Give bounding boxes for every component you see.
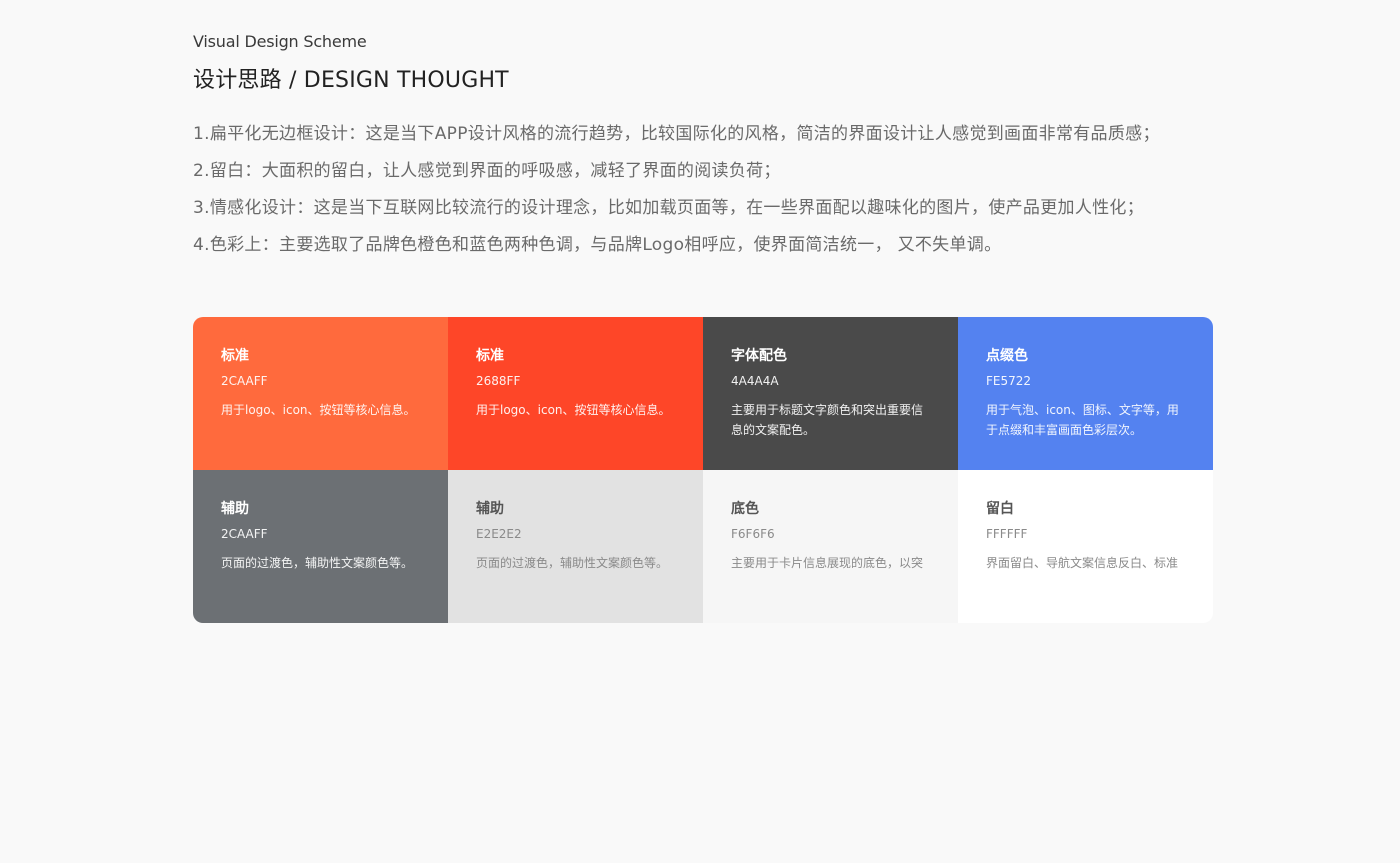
swatch-accent-color: 点缀色 FE5722 用于气泡、icon、图标、文字等，用于点缀和丰富画面色彩层… <box>958 317 1213 470</box>
design-scheme-page: Visual Design Scheme 设计思路 / DESIGN THOUG… <box>0 0 1400 863</box>
swatch-code: 4A4A4A <box>731 374 779 388</box>
swatch-code: 2688FF <box>476 374 521 388</box>
swatch-name: 字体配色 <box>731 348 787 364</box>
swatch-name: 点缀色 <box>986 348 1028 364</box>
section-eyebrow: Visual Design Scheme <box>193 32 367 51</box>
swatch-name: 留白 <box>986 501 1014 517</box>
swatch-description: 用于气泡、icon、图标、文字等，用于点缀和丰富画面色彩层次。 <box>986 403 1179 437</box>
swatch-text-color: 字体配色 4A4A4A 主要用于标题文字颜色和突出重要信息的文案配色。 <box>703 317 958 470</box>
swatch-auxiliary-gray: 辅助 2CAAFF 页面的过渡色，辅助性文案颜色等。 <box>193 470 448 623</box>
swatch-description: 页面的过渡色，辅助性文案颜色等。 <box>221 556 414 570</box>
swatch-description: 主要用于标题文字颜色和突出重要信息的文案配色。 <box>731 403 924 437</box>
swatch-standard-orange: 标准 2CAAFF 用于logo、icon、按钮等核心信息。 <box>193 317 448 470</box>
swatch-description: 用于logo、icon、按钮等核心信息。 <box>476 403 671 417</box>
swatch-code: FFFFFF <box>986 527 1028 541</box>
swatch-name: 辅助 <box>476 501 504 517</box>
swatch-code: E2E2E2 <box>476 527 522 541</box>
design-point-1: 1.扁平化无边框设计：这是当下APP设计风格的流行趋势，比较国际化的风格，简洁的… <box>193 124 1160 144</box>
swatch-whitespace-color: 留白 FFFFFF 界面留白、导航文案信息反白、标准 <box>958 470 1213 623</box>
swatch-standard-red: 标准 2688FF 用于logo、icon、按钮等核心信息。 <box>448 317 703 470</box>
swatch-code: 2CAAFF <box>221 527 268 541</box>
swatch-code: FE5722 <box>986 374 1032 388</box>
swatch-background-color: 底色 F6F6F6 主要用于卡片信息展现的底色，以突 <box>703 470 958 623</box>
swatch-auxiliary-light-gray: 辅助 E2E2E2 页面的过渡色，辅助性文案颜色等。 <box>448 470 703 623</box>
swatch-code: 2CAAFF <box>221 374 268 388</box>
color-palette-grid: 标准 2CAAFF 用于logo、icon、按钮等核心信息。 标准 2688FF… <box>193 317 1213 623</box>
design-point-3: 3.情感化设计：这是当下互联网比较流行的设计理念，比如加载页面等，在一些界面配以… <box>193 198 1145 218</box>
swatch-name: 辅助 <box>221 501 249 517</box>
swatch-description: 用于logo、icon、按钮等核心信息。 <box>221 403 416 417</box>
design-point-4: 4.色彩上：主要选取了品牌色橙色和蓝色两种色调，与品牌Logo相呼应，使界面简洁… <box>193 235 1002 255</box>
swatch-code: F6F6F6 <box>731 527 775 541</box>
page-title: 设计思路 / DESIGN THOUGHT <box>193 68 509 93</box>
swatch-description: 页面的过渡色，辅助性文案颜色等。 <box>476 556 669 570</box>
swatch-name: 标准 <box>221 348 249 364</box>
swatch-name: 标准 <box>476 348 504 364</box>
design-point-2: 2.留白：大面积的留白，让人感觉到界面的呼吸感，减轻了界面的阅读负荷； <box>193 161 781 181</box>
swatch-name: 底色 <box>731 501 759 517</box>
swatch-description: 界面留白、导航文案信息反白、标准 <box>986 556 1179 570</box>
design-points-list: 1.扁平化无边框设计：这是当下APP设计风格的流行趋势，比较国际化的风格，简洁的… <box>193 116 1253 264</box>
swatch-description: 主要用于卡片信息展现的底色，以突 <box>731 556 924 570</box>
